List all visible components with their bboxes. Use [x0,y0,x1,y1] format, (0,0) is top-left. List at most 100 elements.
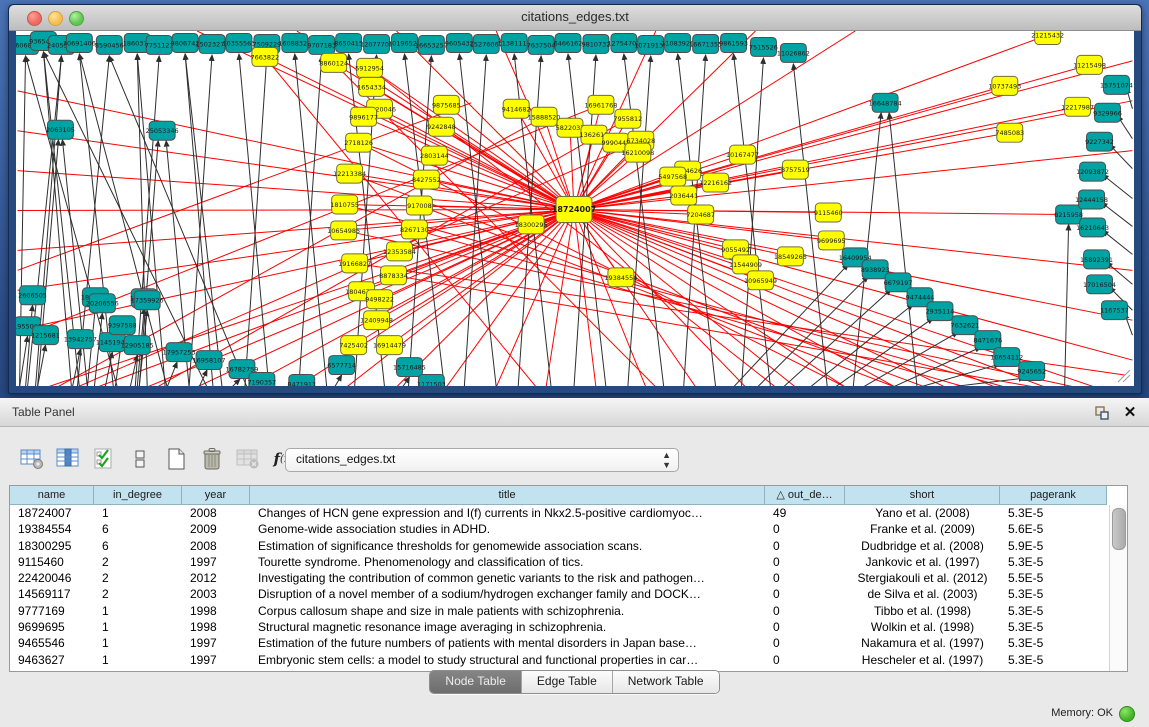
table-cell[interactable]: 5.3E-5 [1000,652,1107,668]
graph-node[interactable]: 9498222 [365,290,394,309]
graph-node[interactable]: 20206556 [86,294,119,313]
graph-node[interactable]: 7955812 [613,109,642,128]
table-cell[interactable]: 1 [94,652,182,668]
table-cell[interactable]: 1998 [182,603,250,619]
graph-node[interactable]: 8878334 [379,266,408,285]
graph-node[interactable]: 1167537 [1100,301,1129,320]
table-cell[interactable]: 2 [94,586,182,602]
table-cell[interactable]: 9699695 [10,619,94,635]
table-cell[interactable]: Tibbo et al. (1998) [845,603,1000,619]
table-cell[interactable]: 9463627 [10,652,94,668]
graph-node[interactable]: 21215432 [1031,31,1064,44]
table-cell[interactable]: 5.9E-5 [1000,538,1107,554]
table-row[interactable]: 1872400712008Changes of HCN gene express… [10,505,1127,521]
scrollbar-thumb[interactable] [1112,508,1126,550]
graph-node[interactable]: 9242848 [427,117,456,136]
graph-node[interactable]: 2803144 [420,146,449,165]
graph-node[interactable]: 2935114 [926,302,955,321]
table-cell[interactable]: 5.3E-5 [1000,505,1107,521]
graph-node[interactable]: 8427552 [412,170,441,189]
graph-node[interactable]: 8267130 [400,220,429,239]
graph-node[interactable]: 8590456 [95,35,124,54]
graph-node[interactable]: 12353584 [383,242,416,261]
table-cell[interactable]: 0 [765,652,845,668]
table-cell[interactable]: Jankovic et al. (1997) [845,554,1000,570]
graph-node[interactable]: 7751121 [145,35,174,54]
graph-node[interactable]: 8471911 [287,375,316,386]
show-columns-button[interactable] [54,446,81,473]
create-column-button[interactable] [162,446,189,473]
table-cell[interactable]: de Silva et al. (2003) [845,586,1000,602]
table-cell[interactable]: 22420046 [10,570,94,586]
table-cell[interactable]: 1998 [182,619,250,635]
graph-node[interactable]: 17957253 [163,343,196,362]
table-cell[interactable]: Wolkin et al. (1998) [845,619,1000,635]
table-options-button[interactable] [18,446,45,473]
table-cell[interactable]: 18724007 [10,505,94,521]
table-cell[interactable]: 0 [765,521,845,537]
column-header-year[interactable]: year [182,486,250,505]
graph-node[interactable]: 16210643 [1076,218,1109,237]
network-graph[interactable]: 1606875936542124055723069140685904561860… [16,31,1134,386]
graph-node[interactable]: 16958107 [193,351,226,370]
table-cell[interactable]: 18300295 [10,538,94,554]
table-cell[interactable]: 0 [765,619,845,635]
graph-node[interactable]: 9707183 [307,35,336,54]
graph-node[interactable]: 16210098 [621,143,654,162]
graph-node[interactable]: 7637504 [527,35,556,54]
table-cell[interactable]: 6 [94,538,182,554]
graph-node[interactable]: 10167477 [726,145,759,164]
table-row[interactable]: 1830029562008Estimation of significance … [10,538,1127,554]
graph-node[interactable]: 7425402 [339,336,368,355]
graph-node[interactable]: 1654334 [357,77,386,96]
graph-node[interactable]: 12409948 [360,311,393,330]
table-cell[interactable]: Disruption of a novel member of a sodium… [250,586,765,602]
graph-node[interactable]: 12905185 [121,336,154,355]
graph-node[interactable]: 16961768 [584,95,617,114]
graph-node[interactable]: 9397588 [108,316,137,335]
graph-node[interactable]: 16088327 [278,33,311,52]
graph-node[interactable]: 2063105 [46,120,75,139]
selection-mode-button[interactable] [90,446,117,473]
table-cell[interactable]: Tourette syndrome. Phenomenology and cla… [250,554,765,570]
table-cell[interactable]: 2003 [182,586,250,602]
graph-node[interactable]: 7515526 [749,37,778,56]
table-cell[interactable]: Structural magnetic resonance image aver… [250,619,765,635]
table-cell[interactable]: Estimation of significance thresholds fo… [250,538,765,554]
graph-node[interactable]: 9810732 [582,34,611,53]
table-row[interactable]: 1456911722003Disruption of a novel membe… [10,586,1127,602]
table-cell[interactable]: 6 [94,521,182,537]
float-panel-icon[interactable] [1093,404,1111,422]
column-header-out_de[interactable]: △ out_de… [765,486,845,505]
graph-node[interactable]: 19384554 [604,268,637,287]
table-cell[interactable]: 1997 [182,652,250,668]
graph-node[interactable]: 9329966 [1093,103,1122,122]
table-cell[interactable]: 9465546 [10,635,94,651]
graph-node[interactable]: 6466162 [554,33,583,52]
graph-node[interactable]: 17359926 [131,291,164,310]
row-height-button[interactable] [126,446,153,473]
delete-table-button[interactable] [234,446,261,473]
memory-status-indicator[interactable] [1119,706,1135,722]
table-row[interactable]: 911546021997Tourette syndrome. Phenomeno… [10,554,1127,570]
graph-node[interactable]: 9896177 [349,107,378,126]
graph-node[interactable]: 5912954 [355,58,384,77]
table-cell[interactable]: 2009 [182,521,250,537]
table-row[interactable]: 946554611997Estimation of the future num… [10,635,1127,651]
table-cell[interactable]: 1997 [182,635,250,651]
graph-node[interactable]: 12213384 [333,164,366,183]
graph-node[interactable]: 6577714 [327,356,356,375]
graph-node[interactable]: 12444158 [1075,190,1108,209]
graph-node[interactable]: 15716485 [393,358,426,377]
graph-node[interactable]: 10965949 [744,271,777,290]
graph-node[interactable]: 12216162 [699,173,732,192]
graph-node[interactable]: 15892391 [1080,250,1113,269]
table-cell[interactable]: 2012 [182,570,250,586]
table-cell[interactable]: Yano et al. (2008) [845,505,1000,521]
graph-node[interactable]: 9227342 [1085,132,1114,151]
graph-node[interactable]: 19166827 [338,254,371,273]
graph-node[interactable]: 11026862 [777,43,810,62]
graph-node[interactable]: 15751074 [1100,75,1133,94]
graph-node[interactable]: 11215498 [1073,55,1106,74]
close-panel-icon[interactable]: ✕ [1121,404,1139,422]
